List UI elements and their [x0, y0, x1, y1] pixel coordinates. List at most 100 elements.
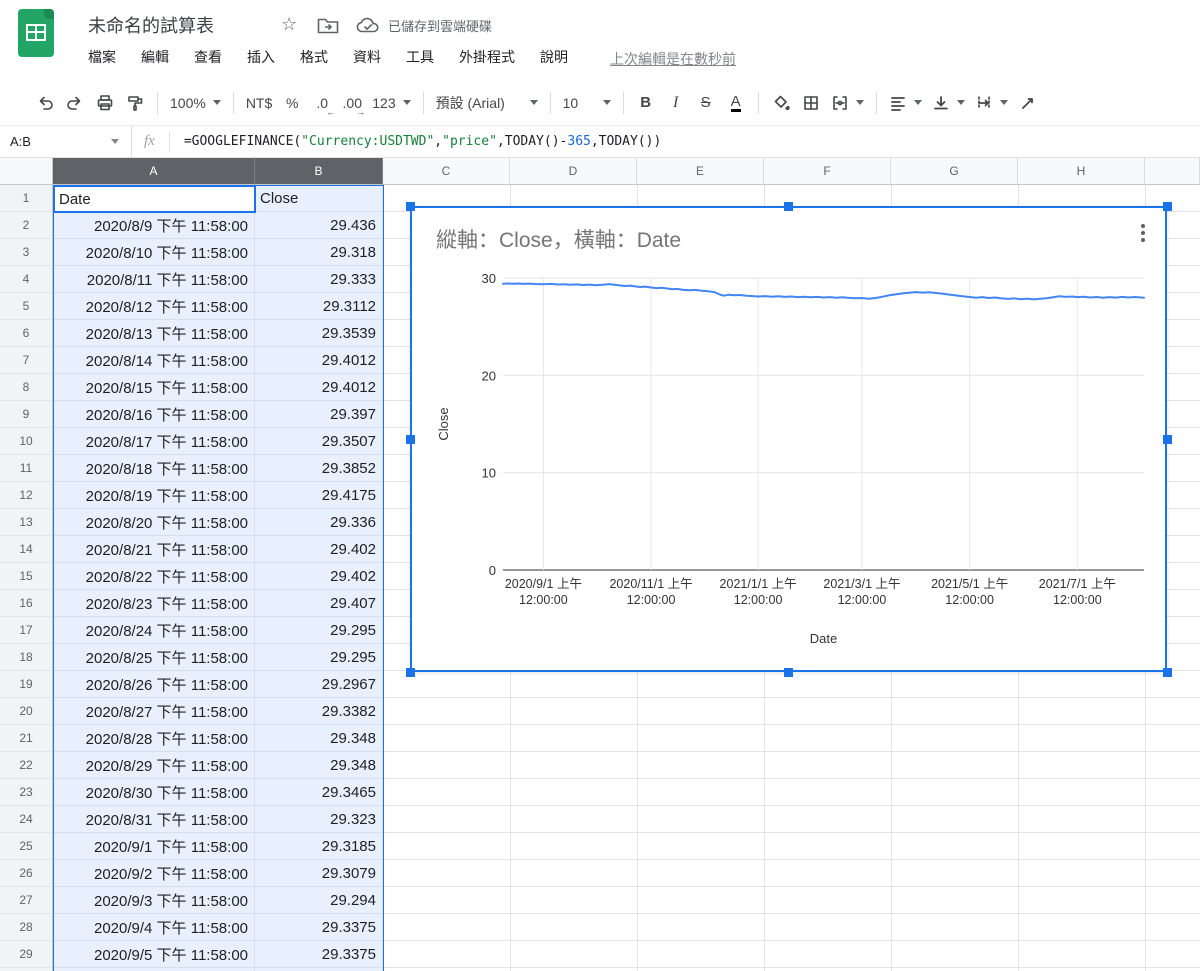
cell-B14[interactable]: 29.402 [255, 536, 383, 563]
chart-resize-handle[interactable] [1163, 668, 1172, 677]
cell-B3[interactable]: 29.318 [255, 239, 383, 266]
cell-A9[interactable]: 2020/8/16 下午 11:58:00 [53, 401, 255, 428]
cell-B18[interactable]: 29.295 [255, 644, 383, 671]
cell-A18[interactable]: 2020/8/25 下午 11:58:00 [53, 644, 255, 671]
cell-A11[interactable]: 2020/8/18 下午 11:58:00 [53, 455, 255, 482]
cell-B16[interactable]: 29.407 [255, 590, 383, 617]
cell-A28[interactable]: 2020/9/4 下午 11:58:00 [53, 914, 255, 941]
strikethrough-button[interactable]: S [691, 88, 721, 118]
cell-B11[interactable]: 29.3852 [255, 455, 383, 482]
chart-resize-handle[interactable] [784, 202, 793, 211]
cell-B1[interactable]: Close [255, 185, 383, 212]
column-header-E[interactable]: E [637, 158, 764, 185]
cell-B13[interactable]: 29.336 [255, 509, 383, 536]
cell-A12[interactable]: 2020/8/19 下午 11:58:00 [53, 482, 255, 509]
cell-A10[interactable]: 2020/8/17 下午 11:58:00 [53, 428, 255, 455]
increase-decimal-button[interactable]: .00→ [337, 88, 367, 118]
row-header-11[interactable]: 11 [0, 455, 53, 482]
cell-A21[interactable]: 2020/8/28 下午 11:58:00 [53, 725, 255, 752]
zoom-select[interactable]: 100% [165, 88, 226, 118]
menu-資料[interactable]: 資料 [353, 47, 381, 67]
last-edit-link[interactable]: 上次編輯是在數秒前 [610, 49, 736, 69]
column-header-partial[interactable] [1145, 158, 1200, 185]
fill-color-button[interactable] [766, 88, 796, 118]
row-header-23[interactable]: 23 [0, 779, 53, 806]
cell-A15[interactable]: 2020/8/22 下午 11:58:00 [53, 563, 255, 590]
text-wrap-button[interactable] [970, 88, 1013, 118]
column-header-B[interactable]: B [255, 158, 383, 185]
cell-B2[interactable]: 29.436 [255, 212, 383, 239]
row-header-1[interactable]: 1 [0, 185, 53, 212]
cell-A19[interactable]: 2020/8/26 下午 11:58:00 [53, 671, 255, 698]
borders-button[interactable] [796, 88, 826, 118]
cell-A16[interactable]: 2020/8/23 下午 11:58:00 [53, 590, 255, 617]
cell-A6[interactable]: 2020/8/13 下午 11:58:00 [53, 320, 255, 347]
cell-A7[interactable]: 2020/8/14 下午 11:58:00 [53, 347, 255, 374]
cell-A23[interactable]: 2020/8/30 下午 11:58:00 [53, 779, 255, 806]
chart-resize-handle[interactable] [406, 202, 415, 211]
column-header-C[interactable]: C [383, 158, 510, 185]
cell-A27[interactable]: 2020/9/3 下午 11:58:00 [53, 887, 255, 914]
chart-resize-handle[interactable] [1163, 435, 1172, 444]
text-rotation-button[interactable] [1013, 88, 1043, 118]
row-header-12[interactable]: 12 [0, 482, 53, 509]
row-header-14[interactable]: 14 [0, 536, 53, 563]
horizontal-align-button[interactable] [884, 88, 927, 118]
row-header-15[interactable]: 15 [0, 563, 53, 590]
cell-A5[interactable]: 2020/8/12 下午 11:58:00 [53, 293, 255, 320]
cell-B5[interactable]: 29.3112 [255, 293, 383, 320]
currency-format-button[interactable]: NT$ [241, 88, 277, 118]
row-header-9[interactable]: 9 [0, 401, 53, 428]
cell-A24[interactable]: 2020/8/31 下午 11:58:00 [53, 806, 255, 833]
row-header-28[interactable]: 28 [0, 914, 53, 941]
sheets-logo-icon[interactable] [18, 9, 54, 57]
row-header-3[interactable]: 3 [0, 239, 53, 266]
print-button[interactable] [90, 88, 120, 118]
document-title[interactable]: 未命名的試算表 [88, 12, 214, 38]
cell-A8[interactable]: 2020/8/15 下午 11:58:00 [53, 374, 255, 401]
column-header-H[interactable]: H [1018, 158, 1145, 185]
cell-B6[interactable]: 29.3539 [255, 320, 383, 347]
formula-input[interactable]: =GOOGLEFINANCE("Currency:USDTWD","price"… [184, 134, 661, 149]
redo-button[interactable] [60, 88, 90, 118]
row-header-21[interactable]: 21 [0, 725, 53, 752]
row-header-25[interactable]: 25 [0, 833, 53, 860]
cell-A2[interactable]: 2020/8/9 下午 11:58:00 [53, 212, 255, 239]
cell-A25[interactable]: 2020/9/1 下午 11:58:00 [53, 833, 255, 860]
row-header-27[interactable]: 27 [0, 887, 53, 914]
text-color-button[interactable]: A [721, 88, 751, 118]
italic-button[interactable]: I [661, 88, 691, 118]
decrease-decimal-button[interactable]: .0← [307, 88, 337, 118]
menu-檔案[interactable]: 檔案 [88, 47, 116, 67]
cell-B20[interactable]: 29.3382 [255, 698, 383, 725]
cell-A26[interactable]: 2020/9/2 下午 11:58:00 [53, 860, 255, 887]
move-folder-icon[interactable] [317, 17, 339, 35]
cell-B17[interactable]: 29.295 [255, 617, 383, 644]
row-header-29[interactable]: 29 [0, 941, 53, 968]
cell-B19[interactable]: 29.2967 [255, 671, 383, 698]
row-header-22[interactable]: 22 [0, 752, 53, 779]
row-header-10[interactable]: 10 [0, 428, 53, 455]
cell-B22[interactable]: 29.348 [255, 752, 383, 779]
menu-外掛程式[interactable]: 外掛程式 [459, 47, 515, 67]
row-header-13[interactable]: 13 [0, 509, 53, 536]
cell-B26[interactable]: 29.3079 [255, 860, 383, 887]
cell-A17[interactable]: 2020/8/24 下午 11:58:00 [53, 617, 255, 644]
row-header-7[interactable]: 7 [0, 347, 53, 374]
active-cell-a1[interactable]: Date [53, 185, 256, 213]
cell-B27[interactable]: 29.294 [255, 887, 383, 914]
cell-A4[interactable]: 2020/8/11 下午 11:58:00 [53, 266, 255, 293]
menu-格式[interactable]: 格式 [300, 47, 328, 67]
row-header-2[interactable]: 2 [0, 212, 53, 239]
cell-B9[interactable]: 29.397 [255, 401, 383, 428]
chart-resize-handle[interactable] [784, 668, 793, 677]
cell-B25[interactable]: 29.3185 [255, 833, 383, 860]
cell-A20[interactable]: 2020/8/27 下午 11:58:00 [53, 698, 255, 725]
column-header-G[interactable]: G [891, 158, 1018, 185]
font-size-select[interactable]: 10 [558, 88, 616, 118]
chart-options-menu-icon[interactable] [1137, 220, 1149, 246]
cell-A14[interactable]: 2020/8/21 下午 11:58:00 [53, 536, 255, 563]
chart-resize-handle[interactable] [406, 435, 415, 444]
cell-A29[interactable]: 2020/9/5 下午 11:58:00 [53, 941, 255, 968]
more-formats-button[interactable]: 123 [367, 88, 415, 118]
